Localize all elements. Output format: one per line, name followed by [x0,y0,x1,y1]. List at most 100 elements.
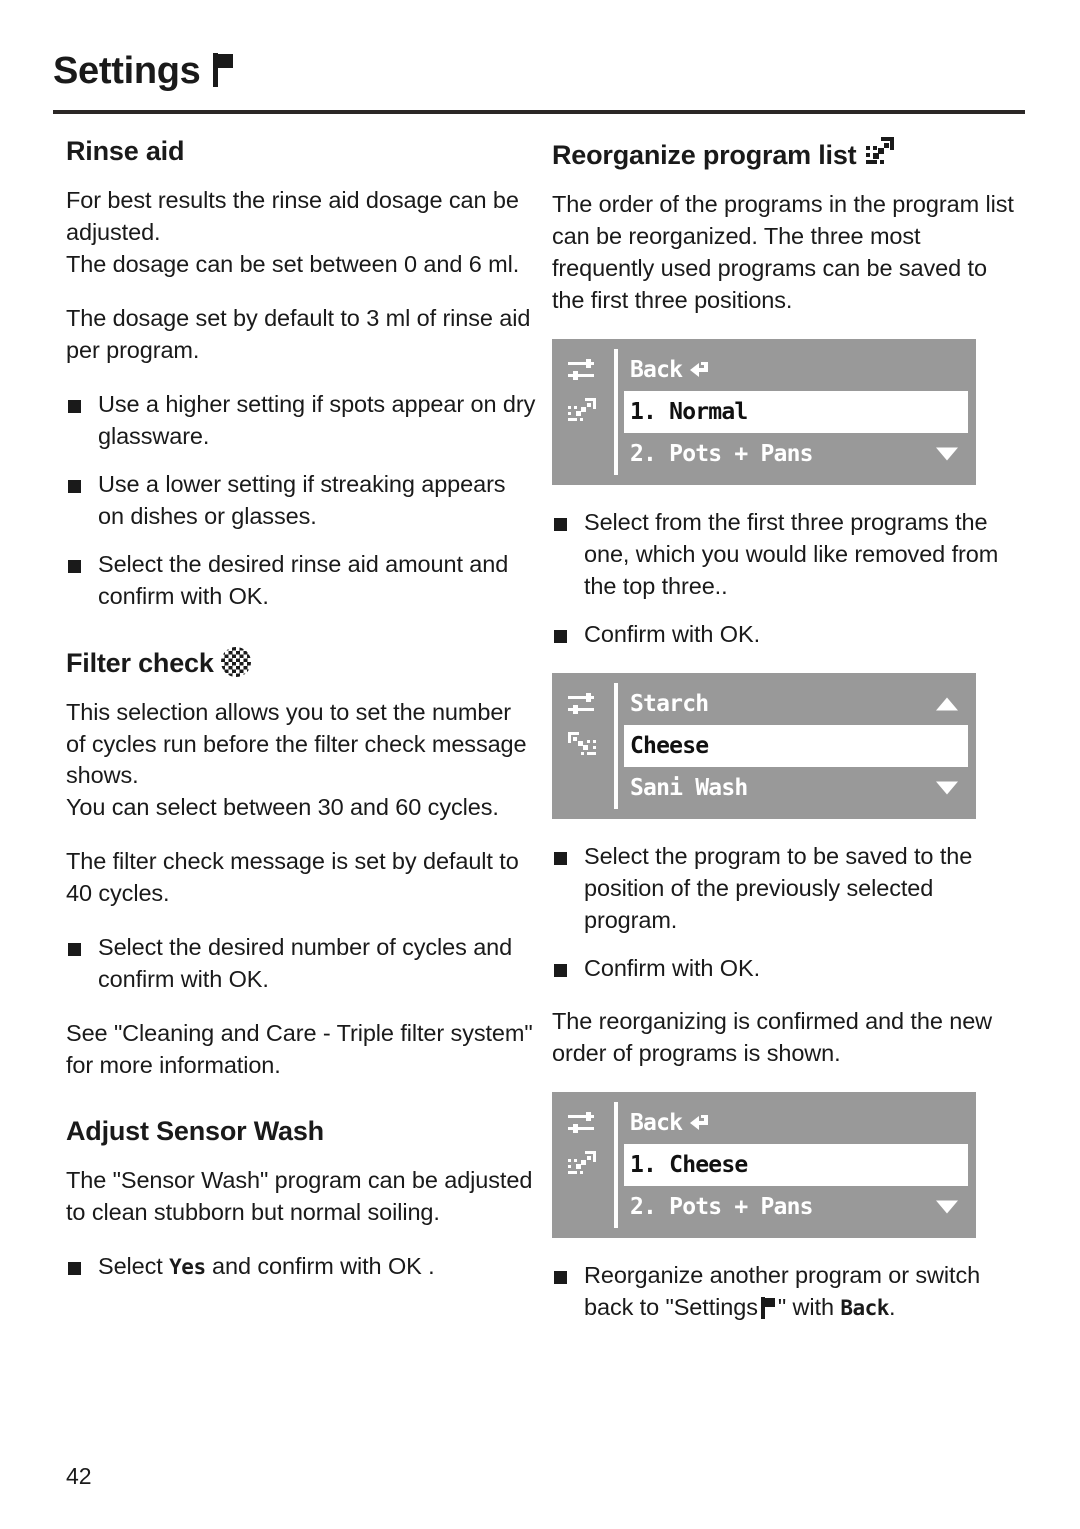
lcd-row-list: Back 1. Cheese 2. Pots + Pans [624,1102,968,1228]
rinse-aid-bullets: Use a higher setting if spots appear on … [66,389,536,613]
bullet-square-icon [68,943,81,957]
list-item: Confirm with OK. [552,619,1022,651]
adjust-sensor-wash-bullets: Select Yes and confirm with OK . [66,1251,536,1283]
lcd-row-list: Back 1. Normal 2. Pots + Pans [624,349,968,475]
settings-sliders-icon [566,1110,598,1138]
bullet-square-icon [554,517,567,531]
list-item-label: Use a higher setting if spots appear on … [98,390,536,449]
lcd-row-label: 1. Cheese [630,1152,748,1179]
list-item: Use a higher setting if spots appear on … [66,389,536,453]
lcd-row-label: Starch [630,690,709,717]
lcd-row-back[interactable]: Back [624,349,968,391]
rinse-aid-paragraph-3: The dosage set by default to 3 ml of rin… [66,304,531,363]
chevron-up-icon[interactable] [936,697,958,711]
lcd-row-label: 2. Pots + Pans [630,1194,813,1221]
lcd-row-back[interactable]: Back [624,1102,968,1144]
reorganize-flipped-icon [566,731,598,759]
lcd-display-3: Back 1. Cheese 2. Pots + Pans [552,1092,976,1239]
filter-check-paragraph-3: The filter check message is set by defau… [66,848,519,907]
right-column: Reorganize program list The order of the… [552,136,1022,1346]
reorganize-bullets-1: Select from the first three programs the… [552,507,1022,651]
bullet-prefix: Select [98,1253,170,1280]
lcd-token-yes: Yes [169,1255,206,1280]
section-title-filter-check: Filter check [66,646,536,679]
bullet-square-icon [554,963,567,977]
reorganize-icon [864,136,896,168]
list-item: Use a lower setting if streaking appears… [66,469,536,533]
section-title-reorganize-program-list: Reorganize program list [552,136,1022,171]
list-item: Confirm with OK. [552,953,1022,985]
lcd-row-label: Back [630,1110,683,1137]
reorganize-label: Reorganize program list [552,140,857,170]
lcd-row-item[interactable]: Starch [624,683,968,725]
filter-check-paragraph-2: You can select between 30 and 60 cycles. [66,794,499,821]
lcd-divider [614,1102,618,1229]
reorganize-confirm-paragraph: The reorganizing is confirmed and the ne… [552,1008,993,1067]
chevron-down-icon[interactable] [936,1200,958,1214]
adjust-sensor-wash-paragraph-1: The "Sensor Wash" program can be adjuste… [66,1167,533,1226]
lcd-divider [614,348,618,475]
bullet-square-icon [554,851,567,865]
rinse-aid-paragraph-1: For best results the rinse aid dosage ca… [66,187,519,245]
page-title: Settings [53,50,201,92]
bullet-square-icon [554,1271,567,1285]
list-item: Select from the first three programs the… [552,507,1022,603]
mesh-filter-icon [220,646,251,677]
section-title-adjust-sensor-wash: Adjust Sensor Wash [66,1116,324,1147]
list-item-label: Select from the first three programs the… [584,508,999,599]
lcd-row-selected[interactable]: Cheese [624,724,968,767]
lcd-icon-column [552,339,614,485]
section-title-rinse-aid: Rinse aid [66,136,185,166]
left-column: Rinse aid For best results the rinse aid… [66,136,536,1305]
reorganize-final-bullet: Reorganize another program or switch bac… [552,1260,1022,1324]
list-item: Select the desired rinse aid amount and … [66,549,536,613]
bullet-square-icon [68,399,81,413]
filter-check-bullets: Select the desired number of cycles and … [66,932,536,996]
lcd-row-label: Cheese [630,732,709,759]
lcd-row-label: Back [630,356,683,383]
header-divider [53,110,1025,114]
flag-icon [760,1297,775,1320]
lcd-row-item[interactable]: Sani Wash [624,767,968,809]
bullet-square-icon [554,629,567,643]
rinse-aid-paragraph-2: The dosage can be set between 0 and 6 ml… [66,250,520,277]
lcd-divider [614,682,618,809]
reorganize-icon [566,1150,598,1178]
list-item-label: Select the desired number of cycles and … [98,934,513,993]
lcd-icon-column [552,673,614,819]
lcd-row-item[interactable]: 2. Pots + Pans [624,433,968,475]
lcd-row-selected[interactable]: 1. Normal [624,390,968,433]
bullet-suffix: and confirm with OK . [205,1253,435,1280]
bullet-square-icon [68,479,81,493]
final-bullet-part2: " with [777,1294,841,1321]
bullet-square-icon [68,1262,81,1276]
settings-sliders-icon [566,357,598,385]
reorganize-bullets-2: Select the program to be saved to the po… [552,841,1022,985]
list-item: Select the desired number of cycles and … [66,932,536,996]
lcd-display-2: Starch Cheese Sani Wash [552,672,976,819]
list-item-label: Select the program to be saved to the po… [584,842,973,933]
list-item: Select the program to be saved to the po… [552,841,1022,937]
reorganize-icon [566,397,598,425]
document-page: Settings Rinse aid For best results the … [0,0,1080,1529]
reorganize-intro-paragraph: The order of the programs in the program… [552,191,1014,313]
filter-check-closing-paragraph: See "Cleaning and Care - Triple filter s… [66,1020,533,1079]
back-arrow-icon [690,1103,714,1145]
filter-check-label: Filter check [66,647,214,678]
list-item-label: Use a lower setting if streaking appears… [98,470,506,529]
lcd-token-back: Back [840,1296,889,1321]
settings-sliders-icon [566,691,598,719]
final-bullet-part3: . [888,1294,896,1321]
lcd-icon-column [552,1092,614,1238]
list-item-label: Confirm with OK. [584,954,760,981]
lcd-row-selected[interactable]: 1. Cheese [624,1144,968,1187]
chevron-down-icon[interactable] [936,781,958,795]
filter-check-paragraph-1: This selection allows you to set the num… [66,698,527,789]
list-item: Reorganize another program or switch bac… [552,1260,1022,1324]
bullet-square-icon [68,559,81,573]
chevron-down-icon[interactable] [936,447,958,461]
list-item-label: Select the desired rinse aid amount and … [98,550,509,609]
lcd-row-item[interactable]: 2. Pots + Pans [624,1186,968,1228]
lcd-row-list: Starch Cheese Sani Wash [624,683,968,809]
list-item-label: Confirm with OK. [584,620,760,647]
